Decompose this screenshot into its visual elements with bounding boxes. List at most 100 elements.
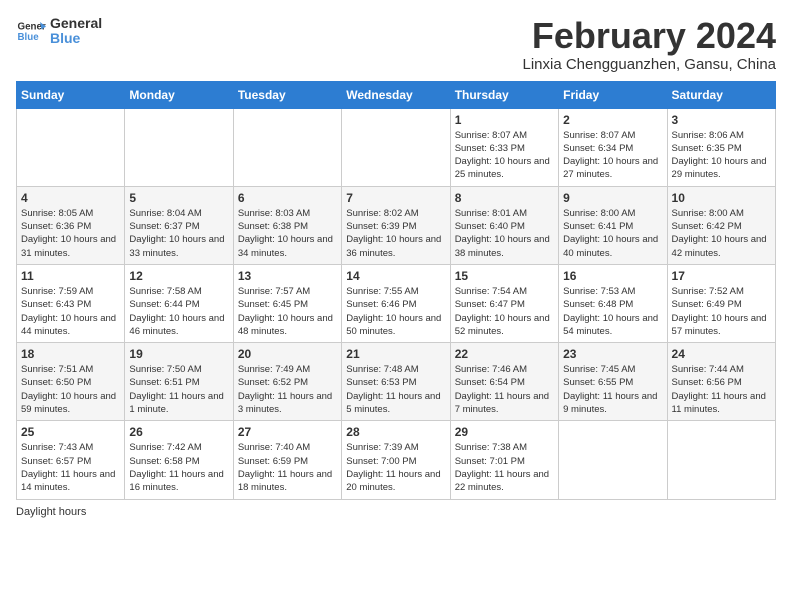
day-info: Sunrise: 7:39 AM Sunset: 7:00 PM Dayligh…	[346, 441, 445, 494]
day-number: 12	[129, 269, 228, 283]
day-header-monday: Monday	[125, 81, 233, 108]
day-number: 27	[238, 425, 337, 439]
calendar-cell: 26Sunrise: 7:42 AM Sunset: 6:58 PM Dayli…	[125, 421, 233, 499]
calendar-week-3: 18Sunrise: 7:51 AM Sunset: 6:50 PM Dayli…	[17, 343, 776, 421]
calendar-cell: 5 Sunrise: 8:04 AM Sunset: 6:37 PM Daylig…	[125, 186, 233, 264]
day-number: 21	[346, 347, 445, 361]
calendar-cell: 8 Sunrise: 8:01 AM Sunset: 6:40 PM Daylig…	[450, 186, 558, 264]
calendar-week-0: 1 Sunrise: 8:07 AM Sunset: 6:33 PM Daylig…	[17, 108, 776, 186]
footer-note: Daylight hours	[16, 506, 776, 518]
day-number: 26	[129, 425, 228, 439]
day-info: Sunrise: 7:53 AM Sunset: 6:48 PM Dayligh…	[563, 285, 662, 338]
calendar-cell: 28 Sunrise: 7:39 AM Sunset: 7:00 PM Dayli…	[342, 421, 450, 499]
calendar-table: SundayMondayTuesdayWednesdayThursdayFrid…	[16, 81, 776, 500]
day-info: Sunrise: 8:00 AM Sunset: 6:42 PM Dayligh…	[672, 207, 771, 260]
day-number: 3	[672, 113, 771, 127]
day-number: 11	[21, 269, 120, 283]
calendar-cell: 19 Sunrise: 7:50 AM Sunset: 6:51 PM Dayli…	[125, 343, 233, 421]
day-number: 5	[129, 191, 228, 205]
calendar-cell: 14Sunrise: 7:55 AM Sunset: 6:46 PM Dayli…	[342, 264, 450, 342]
day-info: Sunrise: 8:03 AM Sunset: 6:38 PM Dayligh…	[238, 207, 337, 260]
calendar-cell: 3 Sunrise: 8:06 AM Sunset: 6:35 PM Daylig…	[667, 108, 775, 186]
day-number: 7	[346, 191, 445, 205]
title-area: February 2024 Linxia Chengguanzhen, Gans…	[522, 16, 776, 73]
calendar-cell: 12 Sunrise: 7:58 AM Sunset: 6:44 PM Dayli…	[125, 264, 233, 342]
day-info: Sunrise: 7:52 AM Sunset: 6:49 PM Dayligh…	[672, 285, 771, 338]
calendar-cell	[667, 421, 775, 499]
day-info: Sunrise: 7:59 AM Sunset: 6:43 PM Dayligh…	[21, 285, 120, 338]
calendar-cell: 9Sunrise: 8:00 AM Sunset: 6:41 PM Daylig…	[559, 186, 667, 264]
day-info: Sunrise: 8:00 AM Sunset: 6:41 PM Dayligh…	[563, 207, 662, 260]
logo: General Blue General Blue	[16, 16, 102, 47]
day-number: 25	[21, 425, 120, 439]
day-info: Sunrise: 7:43 AM Sunset: 6:57 PM Dayligh…	[21, 441, 120, 494]
calendar-cell: 11 Sunrise: 7:59 AM Sunset: 6:43 PM Dayli…	[17, 264, 125, 342]
page-header: General Blue General Blue February 2024 …	[16, 16, 776, 73]
day-info: Sunrise: 8:07 AM Sunset: 6:34 PM Dayligh…	[563, 129, 662, 182]
day-info: Sunrise: 7:51 AM Sunset: 6:50 PM Dayligh…	[21, 363, 120, 416]
day-number: 28	[346, 425, 445, 439]
day-info: Sunrise: 8:04 AM Sunset: 6:37 PM Dayligh…	[129, 207, 228, 260]
calendar-week-4: 25 Sunrise: 7:43 AM Sunset: 6:57 PM Dayli…	[17, 421, 776, 499]
calendar-cell	[559, 421, 667, 499]
calendar-cell: 20 Sunrise: 7:49 AM Sunset: 6:52 PM Dayli…	[233, 343, 341, 421]
day-number: 19	[129, 347, 228, 361]
day-info: Sunrise: 8:07 AM Sunset: 6:33 PM Dayligh…	[455, 129, 554, 182]
day-number: 22	[455, 347, 554, 361]
day-header-wednesday: Wednesday	[342, 81, 450, 108]
calendar-cell: 15Sunrise: 7:54 AM Sunset: 6:47 PM Dayli…	[450, 264, 558, 342]
calendar-cell: 24 Sunrise: 7:44 AM Sunset: 6:56 PM Dayli…	[667, 343, 775, 421]
day-number: 15	[455, 269, 554, 283]
day-number: 24	[672, 347, 771, 361]
calendar-cell: 4Sunrise: 8:05 AM Sunset: 6:36 PM Daylig…	[17, 186, 125, 264]
day-info: Sunrise: 7:38 AM Sunset: 7:01 PM Dayligh…	[455, 441, 554, 494]
day-number: 2	[563, 113, 662, 127]
calendar-body: 1 Sunrise: 8:07 AM Sunset: 6:33 PM Daylig…	[17, 108, 776, 499]
calendar-cell: 7Sunrise: 8:02 AM Sunset: 6:39 PM Daylig…	[342, 186, 450, 264]
logo-general: General	[50, 16, 102, 31]
day-info: Sunrise: 7:44 AM Sunset: 6:56 PM Dayligh…	[672, 363, 771, 416]
day-info: Sunrise: 7:50 AM Sunset: 6:51 PM Dayligh…	[129, 363, 228, 416]
calendar-cell: 6 Sunrise: 8:03 AM Sunset: 6:38 PM Daylig…	[233, 186, 341, 264]
day-number: 29	[455, 425, 554, 439]
calendar-cell	[17, 108, 125, 186]
day-number: 8	[455, 191, 554, 205]
day-header-thursday: Thursday	[450, 81, 558, 108]
calendar-cell	[233, 108, 341, 186]
calendar-cell: 2 Sunrise: 8:07 AM Sunset: 6:34 PM Daylig…	[559, 108, 667, 186]
day-info: Sunrise: 7:58 AM Sunset: 6:44 PM Dayligh…	[129, 285, 228, 338]
subtitle: Linxia Chengguanzhen, Gansu, China	[522, 56, 776, 73]
logo-blue: Blue	[50, 31, 102, 46]
day-info: Sunrise: 8:06 AM Sunset: 6:35 PM Dayligh…	[672, 129, 771, 182]
day-number: 10	[672, 191, 771, 205]
day-header-saturday: Saturday	[667, 81, 775, 108]
main-title: February 2024	[522, 16, 776, 56]
day-number: 23	[563, 347, 662, 361]
calendar-week-2: 11 Sunrise: 7:59 AM Sunset: 6:43 PM Dayli…	[17, 264, 776, 342]
calendar-cell: 1 Sunrise: 8:07 AM Sunset: 6:33 PM Daylig…	[450, 108, 558, 186]
day-number: 6	[238, 191, 337, 205]
day-info: Sunrise: 8:01 AM Sunset: 6:40 PM Dayligh…	[455, 207, 554, 260]
day-info: Sunrise: 7:49 AM Sunset: 6:52 PM Dayligh…	[238, 363, 337, 416]
day-number: 1	[455, 113, 554, 127]
day-header-sunday: Sunday	[17, 81, 125, 108]
day-number: 20	[238, 347, 337, 361]
day-number: 16	[563, 269, 662, 283]
calendar-cell: 18Sunrise: 7:51 AM Sunset: 6:50 PM Dayli…	[17, 343, 125, 421]
calendar-cell: 22Sunrise: 7:46 AM Sunset: 6:54 PM Dayli…	[450, 343, 558, 421]
day-info: Sunrise: 7:57 AM Sunset: 6:45 PM Dayligh…	[238, 285, 337, 338]
calendar-cell: 13 Sunrise: 7:57 AM Sunset: 6:45 PM Dayli…	[233, 264, 341, 342]
day-number: 13	[238, 269, 337, 283]
calendar-cell: 10 Sunrise: 8:00 AM Sunset: 6:42 PM Dayli…	[667, 186, 775, 264]
day-info: Sunrise: 7:45 AM Sunset: 6:55 PM Dayligh…	[563, 363, 662, 416]
calendar-cell: 16 Sunrise: 7:53 AM Sunset: 6:48 PM Dayli…	[559, 264, 667, 342]
day-info: Sunrise: 8:05 AM Sunset: 6:36 PM Dayligh…	[21, 207, 120, 260]
calendar-cell	[342, 108, 450, 186]
calendar-cell: 27 Sunrise: 7:40 AM Sunset: 6:59 PM Dayli…	[233, 421, 341, 499]
day-header-tuesday: Tuesday	[233, 81, 341, 108]
calendar-cell: 21Sunrise: 7:48 AM Sunset: 6:53 PM Dayli…	[342, 343, 450, 421]
calendar-cell: 17Sunrise: 7:52 AM Sunset: 6:49 PM Dayli…	[667, 264, 775, 342]
day-info: Sunrise: 7:40 AM Sunset: 6:59 PM Dayligh…	[238, 441, 337, 494]
logo-icon: General Blue	[16, 16, 46, 46]
days-header-row: SundayMondayTuesdayWednesdayThursdayFrid…	[17, 81, 776, 108]
